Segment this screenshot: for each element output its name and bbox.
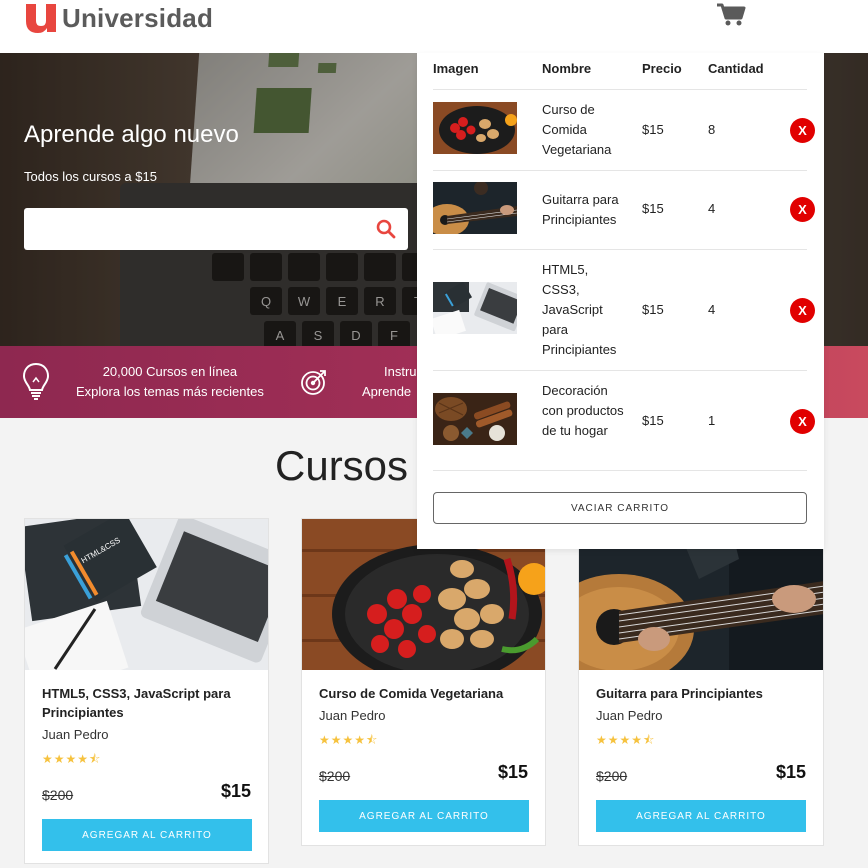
target-icon [301, 370, 326, 395]
hero-title: Aprende algo nuevo [24, 121, 239, 148]
course-author: Juan Pedro [319, 708, 386, 723]
cart-row: Curso de Comida Vegetariana $15 8 X [433, 89, 815, 170]
course-card: HTML&CSS HTML5, CSS3, JavaScript para Pr… [24, 518, 269, 864]
info-line1: 20,000 Cursos en línea [102, 364, 238, 379]
cart-item-quantity: 1 [708, 413, 716, 428]
search-input[interactable] [24, 208, 364, 250]
cart-item-name: Guitarra para Principiantes [542, 192, 619, 227]
course-title: Curso de Comida Vegetariana [319, 686, 504, 701]
shopping-cart-icon[interactable] [716, 3, 746, 27]
logo[interactable]: Universidad [24, 2, 213, 34]
column-header-price: Precio [642, 61, 682, 76]
course-author: Juan Pedro [596, 708, 663, 723]
info-item-instructors: Instru Aprende [300, 346, 417, 418]
search-icon[interactable] [376, 219, 396, 239]
info-line2: Aprende [362, 384, 412, 399]
cart-item-name: HTML5, CSS3, JavaScript para Principiant… [542, 262, 617, 357]
old-price: $200 [319, 768, 351, 784]
course-card: Guitarra para Principiantes Juan Pedro ★… [578, 518, 824, 846]
info-line2: Explora los temas más recientes [76, 384, 264, 399]
cart-item-price: $15 [642, 122, 664, 137]
price: $15 [775, 762, 806, 782]
add-to-cart-button[interactable]: AGREGAR AL CARRITO [319, 800, 529, 832]
remove-item-button[interactable]: X [790, 197, 815, 222]
cart-item-price: $15 [642, 413, 664, 428]
price: $15 [220, 781, 251, 801]
rating-stars-icon: ★★★★⯪ [42, 752, 102, 766]
search-form [24, 208, 408, 250]
cart-item-quantity: 4 [708, 201, 716, 216]
column-header-name: Nombre [542, 61, 592, 76]
info-line1: Instru [384, 364, 417, 379]
cart-item-name: Curso de Comida Vegetariana [542, 102, 612, 157]
cart-row: Decoración con productos de tu hogar $15… [433, 370, 815, 471]
cart-item-name: Decoración con productos de tu hogar [542, 383, 624, 438]
cart-item-price: $15 [642, 201, 664, 216]
cart-item-image [433, 282, 517, 334]
course-card: Curso de Comida Vegetariana Juan Pedro ★… [301, 518, 546, 846]
price: $15 [497, 762, 528, 782]
cart-row: HTML5, CSS3, JavaScript para Principiant… [433, 249, 815, 370]
column-header-image: Imagen [433, 61, 479, 76]
old-price: $200 [42, 787, 74, 803]
hero-subtitle: Todos los cursos a $15 [24, 169, 157, 184]
rating-stars-icon: ★★★★⯪ [319, 733, 379, 747]
cart-item-image [433, 182, 517, 234]
course-title: HTML5, CSS3, JavaScript para Principiant… [42, 686, 231, 720]
add-to-cart-button[interactable]: AGREGAR AL CARRITO [596, 800, 806, 832]
cart-item-image [433, 393, 517, 445]
course-title: Guitarra para Principiantes [596, 686, 763, 701]
universidad-logo-icon [26, 4, 56, 33]
course-author: Juan Pedro [42, 727, 109, 742]
cart-row: Guitarra para Principiantes $15 4 X [433, 170, 815, 249]
cart-item-quantity: 4 [708, 302, 716, 317]
empty-cart-button[interactable]: VACIAR CARRITO [433, 492, 807, 524]
cart-item-price: $15 [642, 302, 664, 317]
site-header: Universidad [0, 0, 868, 53]
remove-item-button[interactable]: X [790, 118, 815, 143]
old-price: $200 [596, 768, 628, 784]
cart-dropdown: Imagen Nombre Precio Cantidad Curso de C… [417, 53, 824, 549]
lightbulb-icon [22, 362, 50, 400]
cart-item-image [433, 102, 517, 154]
column-header-quantity: Cantidad [708, 61, 764, 76]
cart-item-quantity: 8 [708, 122, 716, 137]
info-item-courses: 20,000 Cursos en línea Explora los temas… [22, 346, 264, 418]
remove-item-button[interactable]: X [790, 298, 815, 323]
rating-stars-icon: ★★★★⯪ [596, 733, 656, 747]
add-to-cart-button[interactable]: AGREGAR AL CARRITO [42, 819, 252, 851]
remove-item-button[interactable]: X [790, 409, 815, 434]
logo-text: Universidad [62, 2, 214, 33]
section-title: Cursos I [275, 442, 432, 489]
course-image: HTML&CSS [25, 519, 268, 670]
